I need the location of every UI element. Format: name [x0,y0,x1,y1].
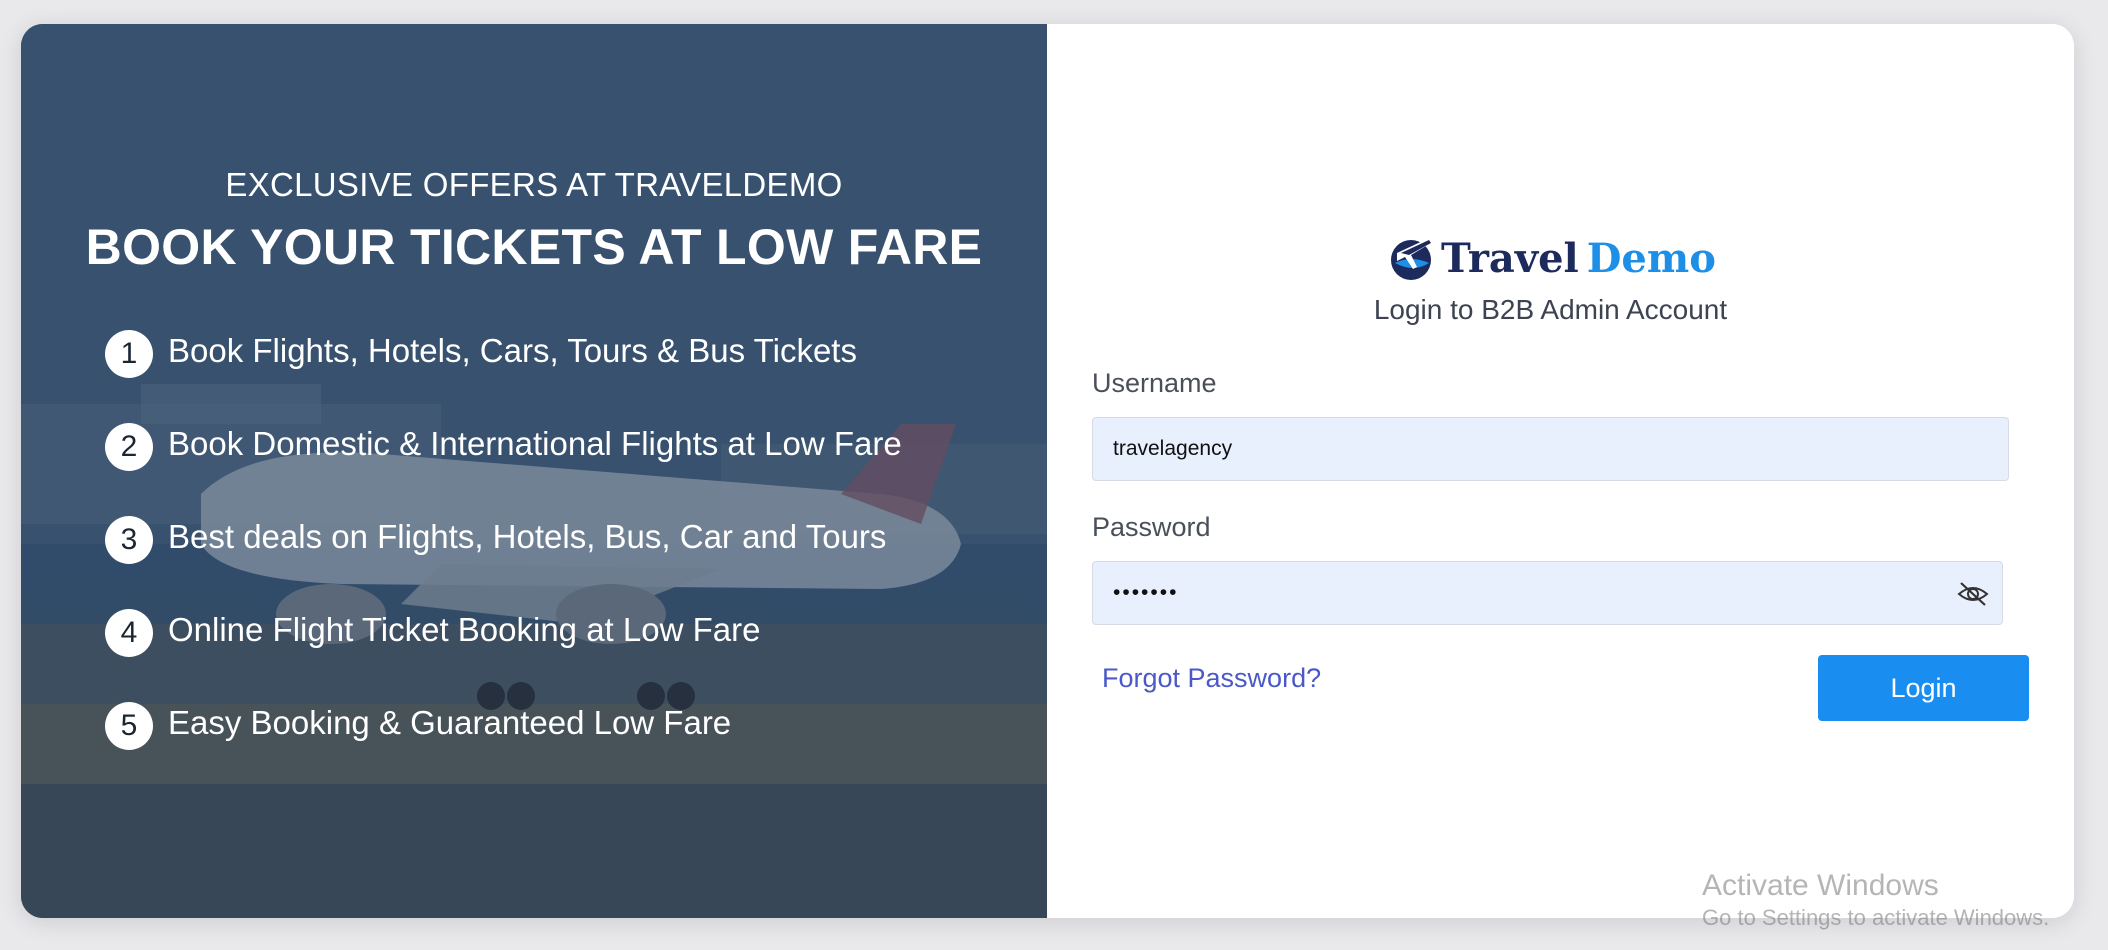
forgot-password-link[interactable]: Forgot Password? [1102,663,1321,694]
logo-text-demo: Demo [1586,234,1716,282]
feature-text: Online Flight Ticket Booking at Low Fare [168,611,761,648]
username-input[interactable] [1092,417,2009,481]
login-subtitle: Login to B2B Admin Account [1373,294,1728,325]
feature-list: 1 Book Flights, Hotels, Cars, Tours & Bu… [105,326,902,791]
feature-number-badge: 1 [105,330,153,378]
password-label: Password [1092,512,1211,542]
globe-airplane-icon [1391,239,1431,280]
feature-item: 1 Book Flights, Hotels, Cars, Tours & Bu… [105,326,902,419]
feature-item: 4 Online Flight Ticket Booking at Low Fa… [105,605,902,698]
watermark-subtitle: Go to Settings to activate Windows. [1702,905,2050,930]
promo-headline: BOOK YOUR TICKETS AT LOW FARE [85,219,983,275]
password-input[interactable] [1092,561,2003,625]
username-label: Username [1092,368,1217,398]
login-panel: Travel Demo Login to B2B Admin Account U… [1047,24,2074,918]
login-card: EXCLUSIVE OFFERS AT TRAVELDEMO BOOK YOUR… [21,24,2074,918]
login-button[interactable]: Login [1818,655,2029,721]
feature-number-badge: 4 [105,609,153,657]
feature-number-badge: 3 [105,516,153,564]
feature-number-badge: 2 [105,423,153,471]
promo-eyebrow: EXCLUSIVE OFFERS AT TRAVELDEMO [225,166,843,203]
feature-item: 5 Easy Booking & Guaranteed Low Fare [105,698,902,791]
activate-windows-watermark: Activate Windows Go to Settings to activ… [1702,868,2049,932]
promo-panel: EXCLUSIVE OFFERS AT TRAVELDEMO BOOK YOUR… [21,24,1047,918]
feature-item: 3 Best deals on Flights, Hotels, Bus, Ca… [105,512,902,605]
logo-text-travel: Travel [1441,234,1579,282]
feature-item: 2 Book Domestic & International Flights … [105,419,902,512]
feature-text: Best deals on Flights, Hotels, Bus, Car … [168,518,887,555]
feature-text: Book Domestic & International Flights at… [168,425,902,462]
eye-slash-icon[interactable] [1957,580,1989,608]
feature-text: Easy Booking & Guaranteed Low Fare [168,704,732,741]
traveldemo-logo: Travel Demo [1387,230,1716,286]
feature-text: Book Flights, Hotels, Cars, Tours & Bus … [168,332,857,369]
feature-number-badge: 5 [105,702,153,750]
watermark-title: Activate Windows [1702,869,1939,902]
